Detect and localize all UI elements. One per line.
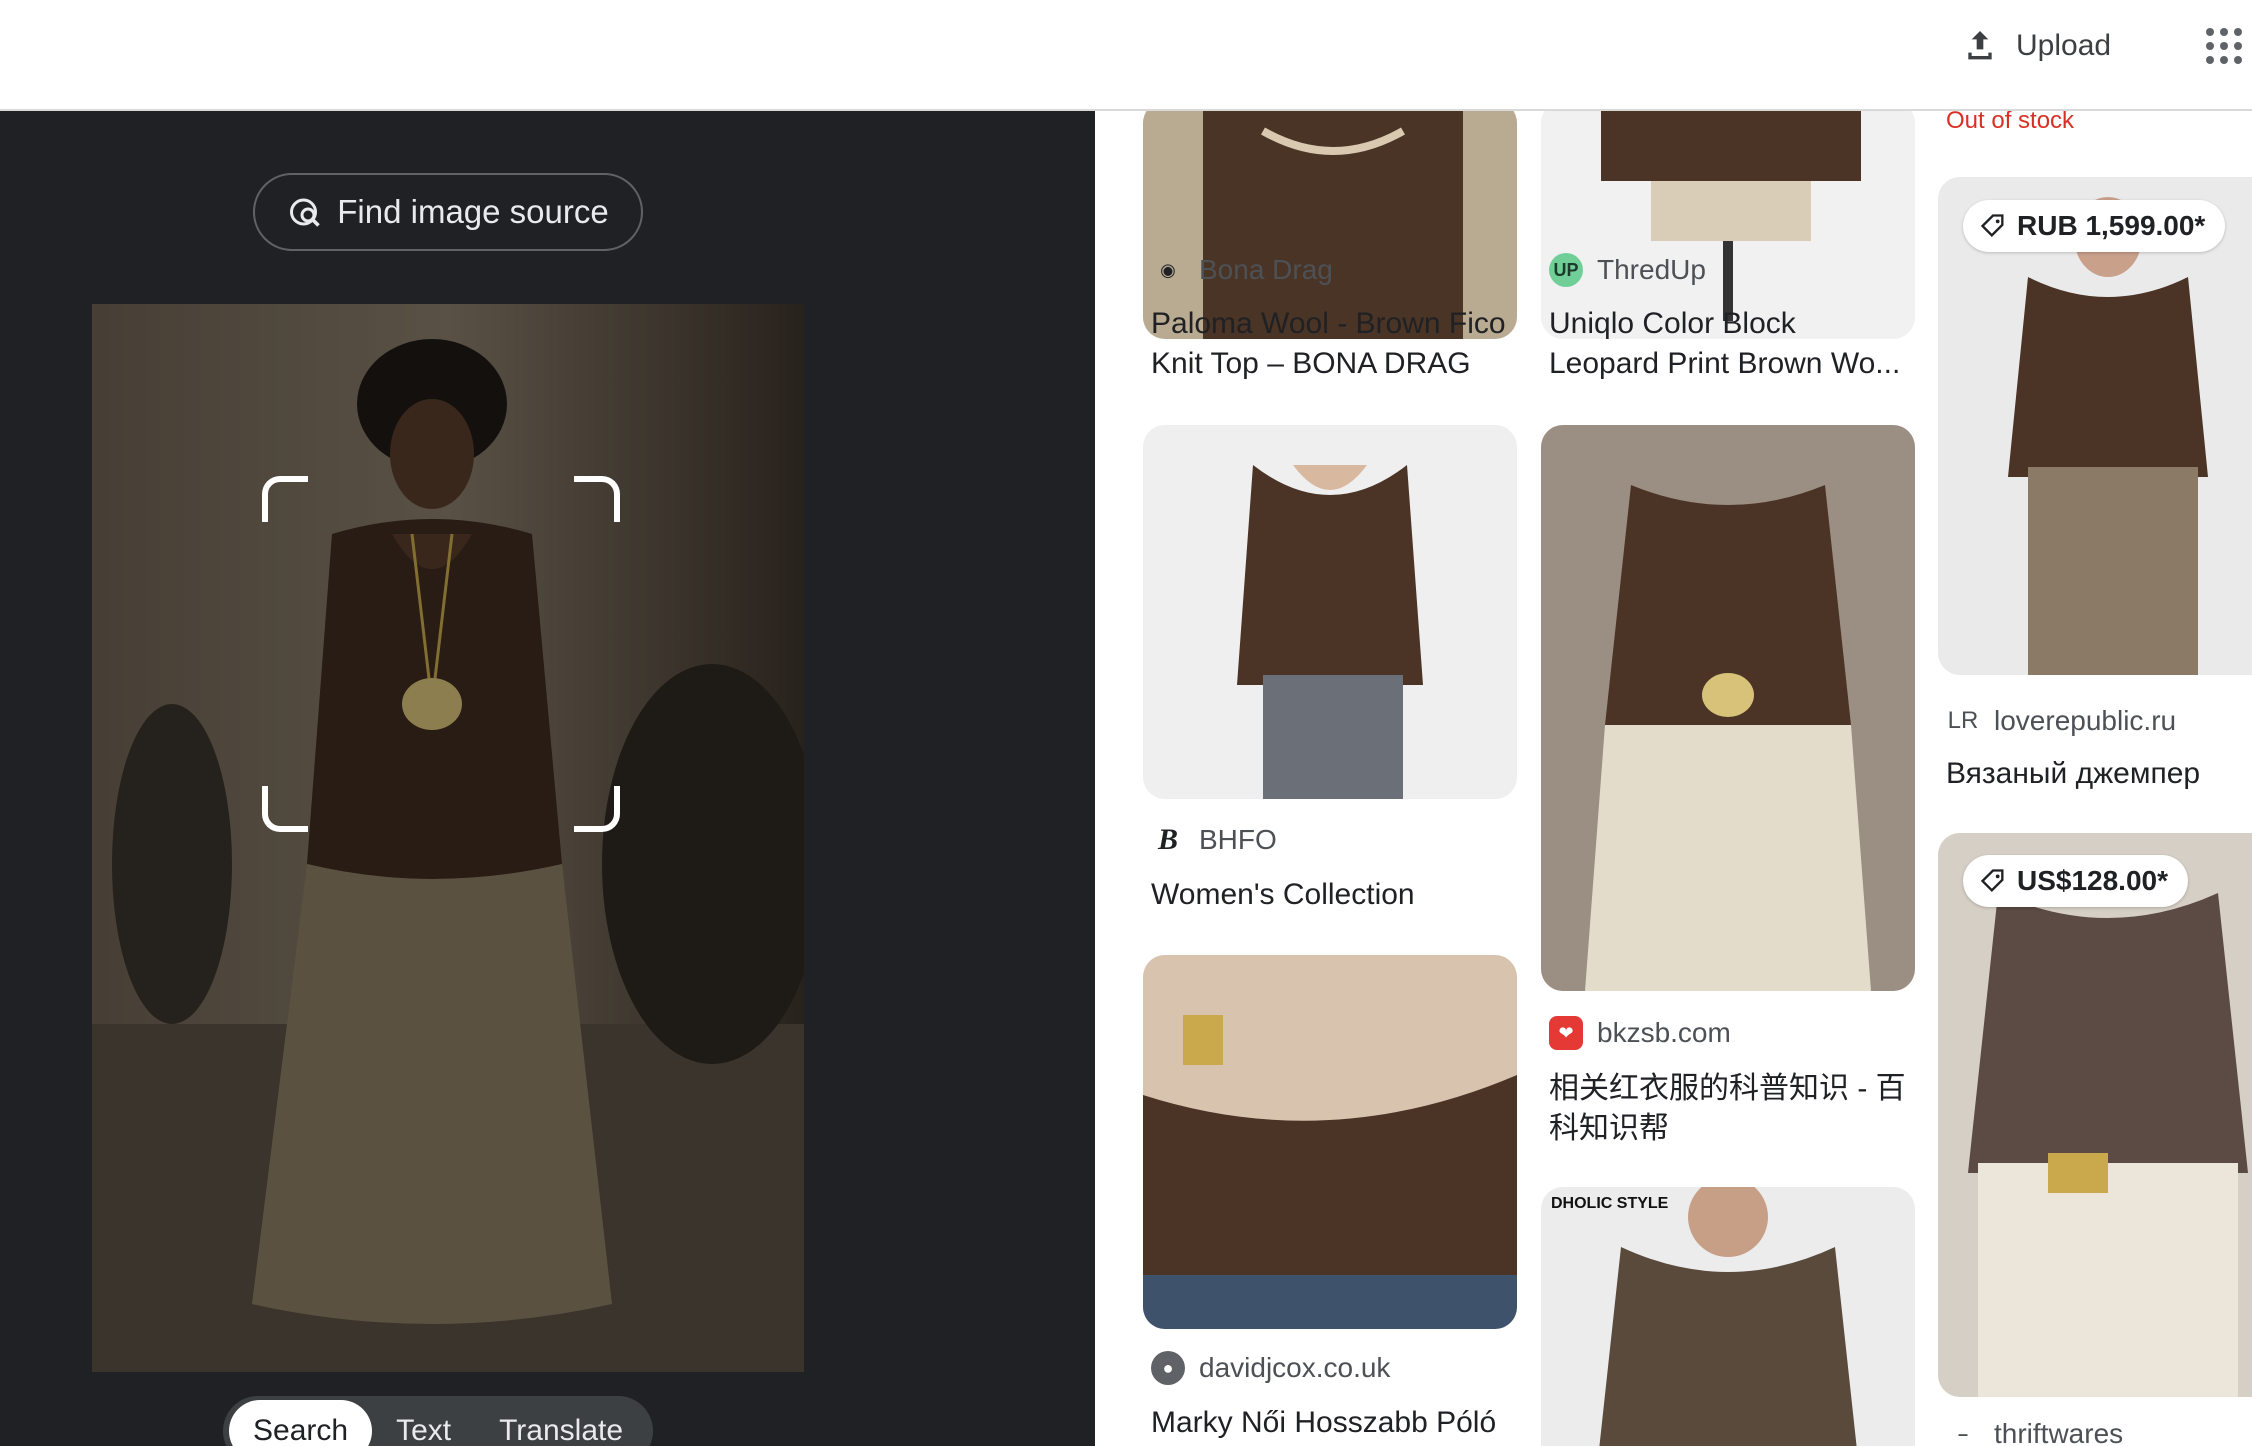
search-image[interactable] (92, 304, 804, 1372)
result-title[interactable]: Вязаный джемпер (1946, 754, 2252, 794)
crop-handle-bottom-right[interactable] (574, 786, 620, 832)
thredup-logo: UP (1549, 253, 1583, 287)
visual-matches-grid: ◉ Bona Drag Paloma Wool - Brown Fico Kni… (1095, 111, 2252, 1446)
thriftwares-logo: – (1957, 1423, 1968, 1444)
tag-icon (1980, 869, 2004, 892)
lens-mode-tabs: Search Text Translate (223, 1396, 654, 1446)
upload-button[interactable]: Upload (1946, 18, 2125, 74)
result-title[interactable]: 相关红衣服的科普知识 - 百 科知识帮 (1549, 1069, 1919, 1149)
result-title[interactable]: Uniqlo Color Block Leopard Print Brown W… (1549, 304, 1919, 384)
upload-icon (1968, 31, 1992, 60)
upload-label: Upload (2016, 29, 2112, 62)
tag-icon (1980, 214, 2004, 237)
result-title-line: 相关红衣服的科普知识 - 百 (1549, 1072, 1906, 1105)
tab-search[interactable]: Search (229, 1400, 373, 1446)
crop-handle-bottom-left[interactable] (262, 786, 308, 832)
result-title-line: Women's Collection (1151, 878, 1415, 911)
result-thumbnail[interactable] (1143, 425, 1517, 799)
result-source[interactable]: B BHFO (1151, 823, 1277, 857)
result-title-line: Вязаный джемпер (1946, 757, 2201, 790)
bhfo-logo: B (1157, 823, 1178, 856)
result-site-name: bkzsb.com (1597, 1017, 1731, 1048)
result-source[interactable]: ● davidjcox.co.uk (1151, 1351, 1390, 1385)
result-source[interactable]: LR loverepublic.ru (1946, 704, 2176, 738)
result-thumbnail[interactable]: DHOLIC STYLE (1541, 1187, 1915, 1446)
result-title-line: Uniqlo Color Block (1549, 307, 1796, 340)
result-title[interactable]: Women's Collection (1151, 875, 1521, 915)
result-title[interactable]: Marky Női Hosszabb Póló (1151, 1403, 1521, 1443)
find-image-source-button[interactable]: Find image source (253, 173, 643, 251)
globe-icon: ● (1151, 1351, 1185, 1385)
result-source[interactable]: – thriftwares (1946, 1417, 2123, 1446)
crop-handle-top-left[interactable] (262, 476, 308, 522)
stock-status: Out of stock (1946, 111, 2075, 134)
result-title[interactable]: Paloma Wool - Brown Fico Knit Top – BONA… (1151, 304, 1521, 384)
result-title-line: Leopard Print Brown Wo... (1549, 347, 1901, 380)
result-site-name: thriftwares (1994, 1418, 2124, 1446)
result-source[interactable]: ◉ Bona Drag (1151, 253, 1333, 287)
result-thumbnail[interactable] (1938, 833, 2252, 1397)
result-site-name: loverepublic.ru (1994, 705, 2177, 736)
result-source[interactable]: ❤ bkzsb.com (1549, 1016, 1731, 1050)
price-tag: US$128.00* (1963, 855, 2189, 907)
result-title-line: Marky Női Hosszabb Póló (1151, 1406, 1497, 1439)
result-title-line: 科知识帮 (1549, 1112, 1669, 1145)
top-bar: Upload (0, 0, 2252, 111)
price-tag: RUB 1,599.00* (1963, 200, 2226, 252)
result-source[interactable]: UP ThredUp (1549, 253, 1706, 287)
result-site-name: BHFO (1199, 824, 1277, 855)
image-search-icon (290, 198, 321, 227)
result-site-name: Bona Drag (1199, 254, 1333, 285)
loverepublic-logo: LR (1947, 707, 1979, 734)
tab-text[interactable]: Text (372, 1400, 475, 1446)
result-site-name: davidjcox.co.uk (1199, 1352, 1391, 1383)
find-image-source-label: Find image source (337, 193, 609, 230)
result-thumbnail[interactable] (1143, 955, 1517, 1329)
lens-panel: Find image source Search Text Translate (0, 111, 1095, 1446)
price-label: US$128.00* (2017, 865, 2169, 896)
tab-translate[interactable]: Translate (475, 1400, 647, 1446)
result-title-line: Knit Top – BONA DRAG (1151, 347, 1471, 380)
apps-grid-icon[interactable] (2200, 22, 2248, 70)
result-title-line: Paloma Wool - Brown Fico (1151, 307, 1506, 340)
eye-icon: ◉ (1160, 259, 1176, 280)
result-site-name: ThredUp (1597, 254, 1706, 285)
bkzsb-logo: ❤ (1549, 1016, 1583, 1050)
crop-handle-top-right[interactable] (574, 476, 620, 522)
price-label: RUB 1,599.00* (2017, 210, 2206, 241)
dholic-style-label: DHOLIC STYLE (1551, 1195, 1669, 1212)
result-thumbnail[interactable] (1541, 425, 1915, 991)
